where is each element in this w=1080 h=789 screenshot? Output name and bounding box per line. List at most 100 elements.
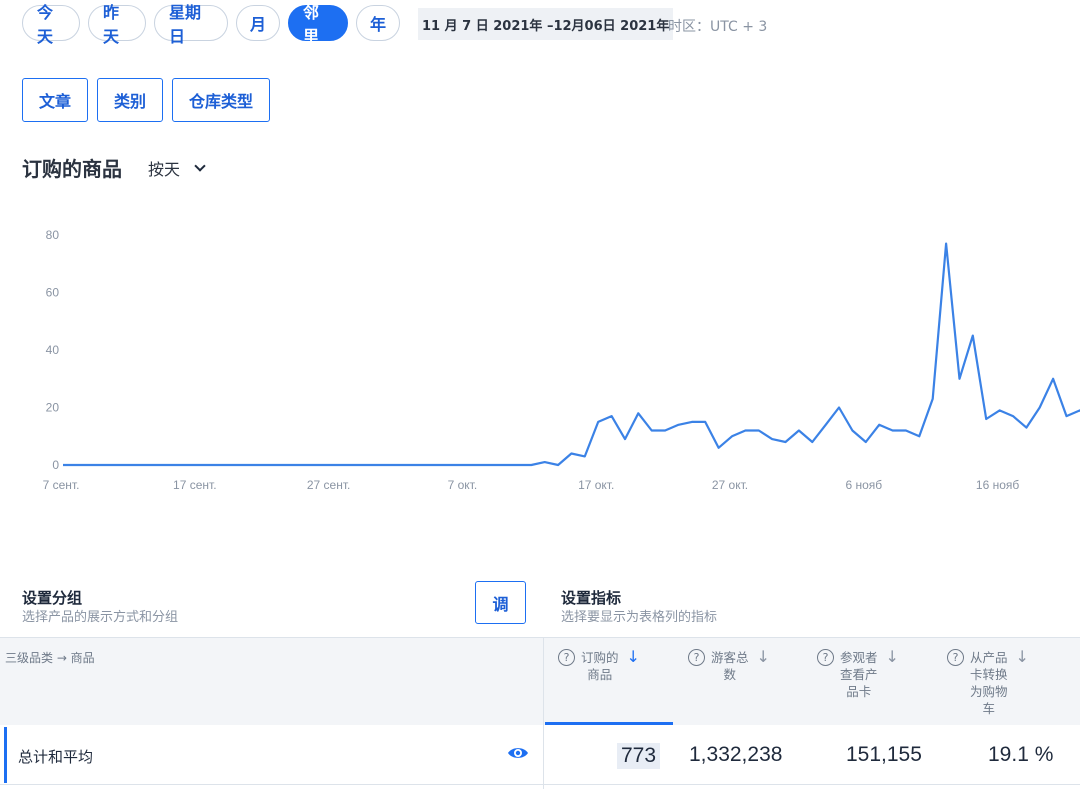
- data-point[interactable]: [862, 438, 870, 446]
- segment-warehouse-type-button[interactable]: 仓库类型: [172, 78, 271, 122]
- data-point[interactable]: [380, 461, 388, 469]
- data-point[interactable]: [527, 461, 535, 469]
- data-point[interactable]: [514, 461, 522, 469]
- data-point[interactable]: [394, 461, 402, 469]
- data-point[interactable]: [487, 461, 495, 469]
- adjust-grouping-button[interactable]: 调: [475, 581, 526, 624]
- series-line[interactable]: [63, 242, 1080, 467]
- data-point[interactable]: [621, 435, 629, 443]
- data-point[interactable]: [139, 461, 147, 469]
- column-ordered-items[interactable]: ? 订购的 商品 ↓: [558, 649, 640, 683]
- data-point[interactable]: [982, 415, 990, 423]
- data-point[interactable]: [581, 452, 589, 460]
- data-point[interactable]: [260, 461, 268, 469]
- granularity-dropdown[interactable]: 按天: [148, 156, 206, 180]
- data-point[interactable]: [554, 461, 562, 469]
- sort-down-icon[interactable]: ↓: [627, 649, 640, 665]
- data-point[interactable]: [1022, 424, 1030, 432]
- sort-down-icon[interactable]: ↓: [886, 649, 899, 665]
- data-point[interactable]: [795, 427, 803, 435]
- help-icon[interactable]: ?: [947, 649, 964, 666]
- data-point[interactable]: [768, 435, 776, 443]
- data-point[interactable]: [889, 427, 897, 435]
- data-point[interactable]: [179, 461, 187, 469]
- data-point[interactable]: [407, 461, 415, 469]
- data-point[interactable]: [688, 418, 696, 426]
- date-range-picker[interactable]: 11 月 7 日 2021年 –12月06日 2021年: [418, 8, 674, 40]
- data-point[interactable]: [447, 461, 455, 469]
- data-point[interactable]: [541, 458, 549, 466]
- sort-down-icon[interactable]: ↓: [1016, 649, 1029, 665]
- data-point[interactable]: [59, 461, 67, 469]
- data-point[interactable]: [675, 421, 683, 429]
- data-point[interactable]: [501, 461, 509, 469]
- data-point[interactable]: [287, 461, 295, 469]
- data-point[interactable]: [875, 421, 883, 429]
- data-point[interactable]: [313, 461, 321, 469]
- sort-down-icon[interactable]: ↓: [757, 649, 770, 665]
- period-today-button[interactable]: 今天: [22, 3, 80, 46]
- data-point[interactable]: [126, 461, 134, 469]
- data-point[interactable]: [915, 432, 923, 440]
- data-point[interactable]: [1063, 412, 1071, 420]
- data-point[interactable]: [113, 461, 121, 469]
- data-point[interactable]: [327, 461, 335, 469]
- data-point[interactable]: [594, 418, 602, 426]
- help-icon[interactable]: ?: [688, 649, 705, 666]
- period-year-button[interactable]: 年: [356, 5, 400, 41]
- data-point[interactable]: [755, 427, 763, 435]
- segment-categories-button[interactable]: 类别: [97, 78, 164, 122]
- data-point[interactable]: [822, 421, 830, 429]
- data-point[interactable]: [233, 461, 241, 469]
- data-point[interactable]: [206, 461, 214, 469]
- data-point[interactable]: [99, 461, 107, 469]
- help-icon[interactable]: ?: [558, 649, 575, 666]
- column-card-viewers[interactable]: ? 参观者 查看产 品卡 ↓: [817, 649, 899, 700]
- data-point[interactable]: [460, 461, 468, 469]
- data-point[interactable]: [1049, 375, 1057, 383]
- data-point[interactable]: [835, 404, 843, 412]
- data-point[interactable]: [1036, 404, 1044, 412]
- data-point[interactable]: [300, 461, 308, 469]
- data-point[interactable]: [474, 461, 482, 469]
- segment-articles-button[interactable]: 文章: [22, 78, 89, 122]
- data-point[interactable]: [1009, 412, 1017, 420]
- data-point[interactable]: [715, 444, 723, 452]
- data-point[interactable]: [434, 461, 442, 469]
- data-point[interactable]: [608, 412, 616, 420]
- data-point[interactable]: [246, 461, 254, 469]
- data-point[interactable]: [340, 461, 348, 469]
- period-yesterday-button[interactable]: 昨天: [88, 3, 146, 46]
- data-point[interactable]: [193, 461, 201, 469]
- data-point[interactable]: [153, 461, 161, 469]
- data-point[interactable]: [929, 395, 937, 403]
- data-point[interactable]: [72, 461, 80, 469]
- data-point[interactable]: [701, 418, 709, 426]
- data-point[interactable]: [996, 406, 1004, 414]
- column-card-to-cart-conversion[interactable]: ? 从产品 卡转换 为购物 车 ↓: [947, 649, 1029, 717]
- data-point[interactable]: [353, 461, 361, 469]
- data-point[interactable]: [220, 461, 228, 469]
- period-sunday-button[interactable]: 星期日: [154, 3, 228, 46]
- data-point[interactable]: [969, 332, 977, 340]
- data-point[interactable]: [648, 427, 656, 435]
- data-point[interactable]: [367, 461, 375, 469]
- data-point[interactable]: [808, 438, 816, 446]
- column-total-visitors[interactable]: ? 游客总 数 ↓: [688, 649, 770, 683]
- data-point[interactable]: [902, 427, 910, 435]
- data-point[interactable]: [728, 432, 736, 440]
- eye-icon[interactable]: [507, 745, 529, 761]
- period-neighborhood-button[interactable]: 邻里: [288, 3, 348, 46]
- period-month-button[interactable]: 月: [236, 5, 280, 41]
- data-point[interactable]: [956, 375, 964, 383]
- data-point[interactable]: [166, 461, 174, 469]
- data-point[interactable]: [782, 438, 790, 446]
- data-point[interactable]: [942, 240, 950, 248]
- data-point[interactable]: [848, 427, 856, 435]
- data-point[interactable]: [420, 461, 428, 469]
- data-point[interactable]: [661, 427, 669, 435]
- data-point[interactable]: [1076, 406, 1080, 414]
- data-point[interactable]: [567, 450, 575, 458]
- dimension-header[interactable]: 三级品类 → 商品: [5, 649, 95, 666]
- data-point[interactable]: [273, 461, 281, 469]
